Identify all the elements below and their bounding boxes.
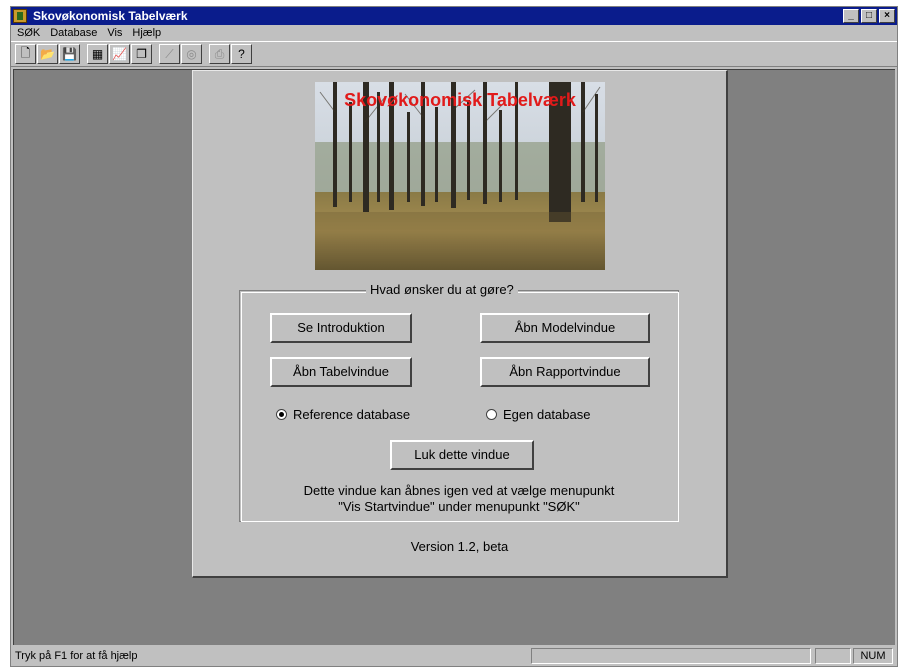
reference-database-radio[interactable]: Reference database xyxy=(276,407,410,422)
info-line-2: "Vis Startvindue" under menupunkt "SØK" xyxy=(338,499,580,514)
menu-sok[interactable]: SØK xyxy=(17,25,40,41)
start-dialog: Skovøkonomisk Tabelværk Hvad ønsker du a… xyxy=(192,70,728,578)
status-panel-blank xyxy=(531,648,811,664)
open-folder-icon[interactable]: 📂 xyxy=(37,44,58,64)
radio-selected-indicator[interactable] xyxy=(276,409,287,420)
own-database-label: Egen database xyxy=(503,407,591,422)
chart-icon[interactable]: 📈 xyxy=(109,44,130,64)
close-button[interactable]: × xyxy=(879,9,895,23)
group-label: Hvad ønsker du at gøre? xyxy=(366,282,518,297)
reference-database-label: Reference database xyxy=(293,407,411,422)
copy-windows-icon[interactable]: ❐ xyxy=(131,44,152,64)
minimize-button[interactable]: _ xyxy=(843,9,859,23)
open-model-window-button[interactable]: Åbn Modelvindue xyxy=(480,313,650,343)
window-title: Skovøkonomisk Tabelværk xyxy=(33,9,188,23)
table-icon[interactable]: ▦ xyxy=(87,44,108,64)
title-bar[interactable]: Skovøkonomisk Tabelværk _ □ × xyxy=(11,7,897,25)
close-dialog-button[interactable]: Luk dette vindue xyxy=(390,440,534,470)
status-hint: Tryk på F1 for at få hjælp xyxy=(15,650,138,662)
app-tree-icon[interactable] xyxy=(13,9,27,23)
help-pointer-icon[interactable]: ? xyxy=(231,44,252,64)
forest-photo: Skovøkonomisk Tabelværk xyxy=(315,82,605,270)
radio-unselected-indicator[interactable] xyxy=(486,409,497,420)
toolbar: 🗋 📂 💾 ▦ 📈 ❐ ⟋ ◎ ⎙ ? xyxy=(11,41,897,67)
status-panel-empty xyxy=(815,648,851,664)
menu-vis[interactable]: Vis xyxy=(107,25,122,41)
own-database-radio[interactable]: Egen database xyxy=(486,407,590,422)
save-icon[interactable]: 💾 xyxy=(59,44,80,64)
new-document-icon[interactable]: 🗋 xyxy=(15,44,36,64)
menu-hjaelp[interactable]: Hjælp xyxy=(132,25,161,41)
menu-bar: SØK Database Vis Hjælp xyxy=(11,25,897,41)
open-table-window-button[interactable]: Åbn Tabelvindue xyxy=(270,357,412,387)
menu-database[interactable]: Database xyxy=(50,25,97,41)
photo-title: Skovøkonomisk Tabelværk xyxy=(344,90,576,110)
version-label: Version 1.2, beta xyxy=(410,539,509,554)
maximize-button[interactable]: □ xyxy=(861,9,877,23)
intro-button[interactable]: Se Introduktion xyxy=(270,313,412,343)
status-bar: Tryk på F1 for at få hjælp NUM xyxy=(11,646,897,666)
info-line-1: Dette vindue kan åbnes igen ved at vælge… xyxy=(303,483,615,498)
num-lock-indicator: NUM xyxy=(853,648,893,664)
open-report-window-button[interactable]: Åbn Rapportvindue xyxy=(480,357,650,387)
action-groupbox: Hvad ønsker du at gøre? Se Introduktion … xyxy=(239,282,679,522)
print-icon[interactable]: ⎙ xyxy=(209,44,230,64)
curve-icon[interactable]: ⟋ xyxy=(159,44,180,64)
circle-icon[interactable]: ◎ xyxy=(181,44,202,64)
